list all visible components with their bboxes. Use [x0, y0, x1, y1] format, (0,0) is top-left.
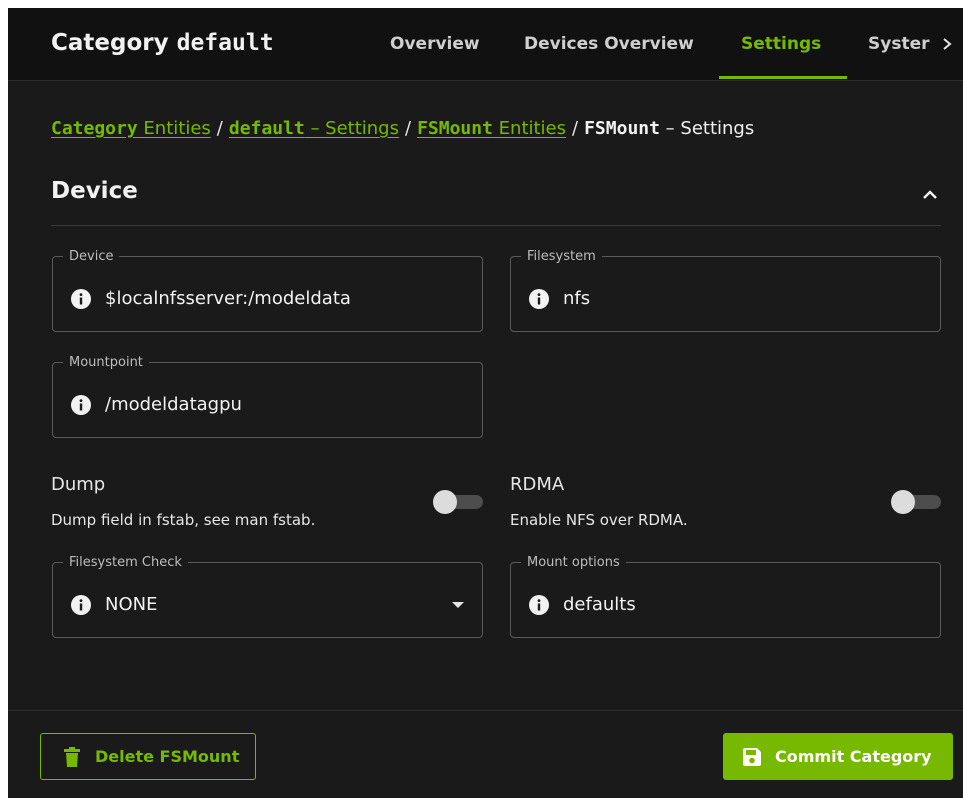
footer-divider: [8, 710, 963, 711]
title-prefix: Category: [51, 30, 177, 56]
chevron-right-icon[interactable]: [931, 34, 963, 58]
device-field-value[interactable]: $localnfsserver:/modeldata: [105, 288, 351, 309]
dump-description: Dump field in fstab, see man fstab.: [51, 511, 316, 529]
section-divider: [51, 225, 941, 226]
mount-options-field[interactable]: Mount options defaults: [510, 555, 941, 638]
device-field-label: Device: [69, 249, 114, 264]
mountpoint-field-value[interactable]: /modeldatagpu: [105, 394, 242, 415]
info-icon[interactable]: [71, 594, 91, 615]
info-icon[interactable]: [529, 594, 549, 615]
filesystem-check-value[interactable]: NONE: [105, 594, 157, 615]
filesystem-check-select[interactable]: Filesystem Check NONE: [52, 555, 483, 638]
breadcrumb-default-settings[interactable]: default – Settings: [229, 118, 399, 139]
page-title: Category default: [51, 30, 274, 56]
mountpoint-field-label: Mountpoint: [69, 355, 143, 370]
breadcrumb-fsmount-entities[interactable]: FSMount Entities: [417, 118, 566, 139]
delete-fsmount-label: Delete FSMount: [95, 747, 240, 766]
mount-options-label: Mount options: [527, 555, 620, 570]
toggle-knob: [891, 490, 915, 514]
info-icon[interactable]: [529, 288, 549, 309]
breadcrumb-separator: /: [405, 118, 412, 139]
filesystem-field-label: Filesystem: [527, 249, 596, 264]
trash-icon: [64, 746, 80, 767]
commit-category-button[interactable]: Commit Category: [723, 733, 953, 780]
title-category-name: default: [176, 30, 274, 56]
breadcrumb-separator: /: [572, 118, 579, 139]
info-icon[interactable]: [71, 394, 91, 415]
rdma-description: Enable NFS over RDMA.: [510, 511, 688, 529]
delete-fsmount-button[interactable]: Delete FSMount: [40, 733, 256, 780]
active-tab-indicator: [719, 76, 847, 79]
save-icon: [743, 747, 761, 766]
breadcrumb-category-entities[interactable]: Category Entities: [51, 118, 211, 139]
tab-system[interactable]: Syster: [868, 34, 929, 54]
toggle-knob: [433, 490, 457, 514]
dump-toggle[interactable]: [433, 490, 483, 514]
filesystem-field[interactable]: Filesystem nfs: [510, 249, 941, 332]
tab-overview[interactable]: Overview: [390, 34, 480, 54]
rdma-toggle[interactable]: [891, 490, 941, 514]
info-icon[interactable]: [71, 288, 91, 309]
header-bar: Category default Overview Devices Overvi…: [8, 8, 963, 81]
filesystem-check-label: Filesystem Check: [69, 555, 182, 570]
commit-category-label: Commit Category: [775, 747, 932, 766]
breadcrumb-current: FSMount – Settings: [584, 118, 755, 139]
dump-label: Dump: [51, 474, 106, 495]
breadcrumb-separator: /: [216, 118, 223, 139]
tab-devices-overview[interactable]: Devices Overview: [524, 34, 694, 54]
breadcrumb: Category Entities / default – Settings / FSM…: [51, 118, 754, 139]
section-title: Device: [51, 178, 138, 204]
rdma-label: RDMA: [510, 474, 565, 495]
device-field[interactable]: Device $localnfsserver:/modeldata: [52, 249, 483, 332]
caret-down-icon[interactable]: [452, 602, 464, 608]
filesystem-field-value[interactable]: nfs: [563, 288, 590, 309]
mountpoint-field[interactable]: Mountpoint /modeldatagpu: [52, 355, 483, 438]
chevron-up-icon[interactable]: [919, 184, 941, 206]
app-window: Category default Overview Devices Overvi…: [8, 8, 963, 798]
tab-settings[interactable]: Settings: [741, 34, 821, 54]
mount-options-value[interactable]: defaults: [563, 594, 636, 615]
